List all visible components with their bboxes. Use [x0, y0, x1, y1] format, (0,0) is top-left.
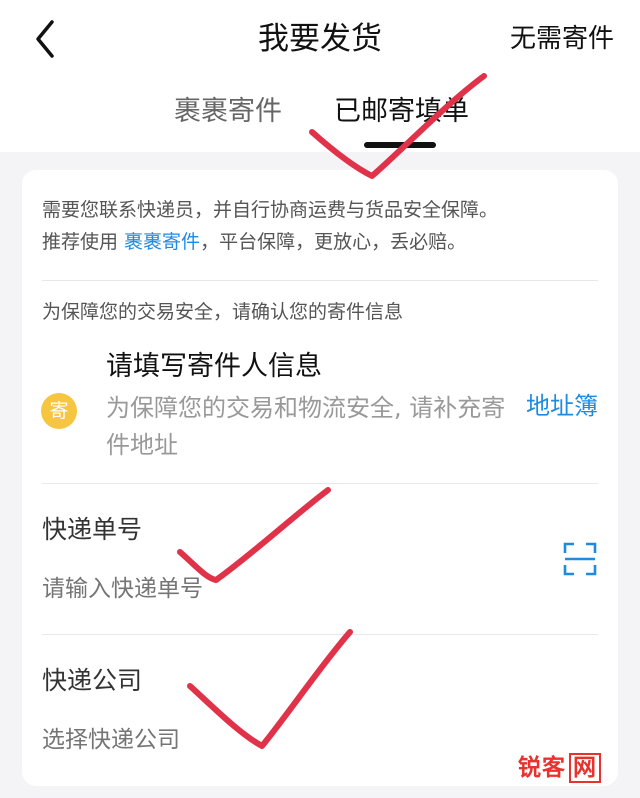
- divider: [42, 483, 598, 484]
- sender-info-title[interactable]: 请填写寄件人信息: [106, 348, 322, 386]
- courier-company-select[interactable]: [42, 723, 522, 757]
- notice-line-1: 需要您联系快递员，并自行协商运费与货品安全保障。: [42, 199, 499, 221]
- confirm-info-text: 为保障您的交易安全，请确认您的寄件信息: [42, 301, 404, 323]
- sender-info-hint: 为保障您的交易和物流安全, 请补充寄件地址: [106, 394, 506, 459]
- tab-already-mailed[interactable]: 已邮寄填单: [334, 93, 469, 131]
- tracking-number-input[interactable]: [42, 572, 522, 606]
- top-bar: 我要发货 无需寄件 裹裹寄件 已邮寄填单: [0, 0, 640, 152]
- shipping-form-card: 需要您联系快递员，并自行协商运费与货品安全保障。 推荐使用 裹裹寄件，平台保障，…: [22, 170, 618, 786]
- address-book-button[interactable]: 地址簿: [526, 388, 598, 424]
- notice-line-2: 推荐使用 裹裹寄件，平台保障，更放心，丢必赔。: [42, 226, 498, 258]
- scan-icon[interactable]: [563, 542, 597, 576]
- watermark-box-text: 网: [569, 753, 601, 783]
- divider: [42, 280, 598, 281]
- send-badge-icon: 寄: [41, 393, 77, 429]
- guoguo-send-link[interactable]: 裹裹寄件: [124, 231, 200, 253]
- divider: [42, 634, 598, 635]
- no-shipping-needed-button[interactable]: 无需寄件: [510, 20, 614, 58]
- watermark-logo: 锐客网: [518, 752, 601, 784]
- tracking-number-label: 快递单号: [42, 515, 143, 544]
- active-tab-indicator: [364, 142, 436, 148]
- tab-guoguo-send[interactable]: 裹裹寄件: [174, 93, 282, 131]
- notice-prefix: 推荐使用: [42, 231, 125, 253]
- notice-text: 需要您联系快递员，并自行协商运费与货品安全保障。 推荐使用 裹裹寄件，平台保障，…: [42, 194, 498, 258]
- notice-suffix: ，平台保障，更放心，丢必赔。: [200, 231, 467, 253]
- watermark-text: 锐客: [518, 755, 566, 781]
- courier-company-label: 快递公司: [42, 666, 143, 695]
